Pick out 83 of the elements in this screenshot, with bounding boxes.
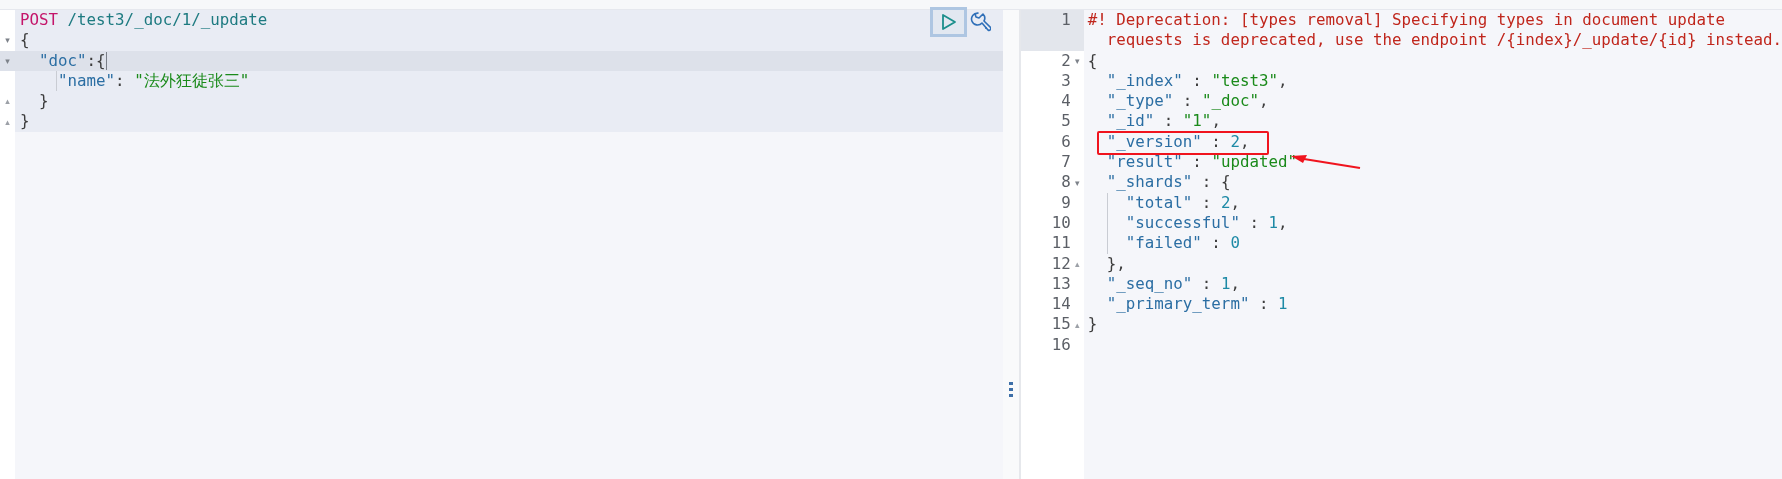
- line-number: 13: [1051, 273, 1071, 295]
- line-number: 16: [1051, 334, 1071, 356]
- json-punctuation: :: [1191, 152, 1203, 172]
- json-string: "test3": [1211, 70, 1278, 90]
- fold-toggle[interactable]: ▾: [5, 35, 10, 46]
- fold-toggle[interactable]: ▴: [1074, 258, 1080, 269]
- json-key: "_shards": [1087, 172, 1193, 192]
- json-string: "1": [1182, 111, 1212, 131]
- line-number: 11: [1051, 233, 1071, 254]
- json-punctuation: {: [1087, 50, 1098, 70]
- play-icon: [940, 13, 957, 31]
- json-key: "_type": [1087, 91, 1174, 111]
- json-punctuation: :: [1210, 233, 1222, 253]
- json-number: 1: [1268, 212, 1278, 232]
- line-number: 2: [1061, 50, 1071, 71]
- fold-toggle[interactable]: ▾: [5, 55, 10, 66]
- line-number: 1: [1061, 10, 1071, 31]
- json-punctuation: :: [1248, 212, 1260, 232]
- text-cursor: [105, 52, 107, 71]
- json-punctuation: ,: [1277, 212, 1288, 232]
- json-number: 1: [1277, 294, 1288, 314]
- json-punctuation: :{: [86, 50, 106, 70]
- json-string: "updated": [1211, 152, 1297, 172]
- json-punctuation: :: [1210, 131, 1222, 151]
- line-number: 12: [1051, 253, 1071, 274]
- line-number: 10: [1051, 212, 1071, 234]
- json-punctuation: :: [1181, 91, 1194, 111]
- fold-toggle[interactable]: ▴: [1074, 319, 1080, 330]
- wrench-icon[interactable]: [969, 11, 991, 33]
- json-punctuation: }: [1087, 314, 1098, 334]
- fold-toggle[interactable]: ▾: [1074, 55, 1080, 66]
- json-number: 1: [1220, 273, 1231, 293]
- json-punctuation: ,: [1230, 192, 1240, 212]
- json-punctuation: ,: [1277, 70, 1288, 90]
- fold-toggle[interactable]: ▴: [5, 116, 10, 127]
- warning-comment: requests is deprecated, use the endpoint /{index}/_update/{id} instead.: [1105, 30, 1782, 50]
- json-number: 2: [1220, 192, 1231, 212]
- json-punctuation: ,: [1230, 273, 1240, 293]
- drag-handle-icon[interactable]: [1008, 382, 1013, 398]
- line-number: 7: [1061, 152, 1071, 173]
- json-key: "result": [1087, 152, 1183, 172]
- json-punctuation: :: [1191, 70, 1203, 90]
- json-punctuation: ,: [1239, 131, 1250, 151]
- json-punctuation: }: [20, 111, 30, 131]
- json-punctuation: ,: [1258, 91, 1269, 111]
- json-number: 0: [1230, 233, 1240, 253]
- line-number: 14: [1051, 294, 1071, 315]
- json-key: "_index": [1087, 70, 1183, 90]
- json-punctuation: :: [1162, 111, 1175, 131]
- json-key: "_seq_no": [1087, 273, 1193, 293]
- json-key: "total": [1087, 192, 1193, 212]
- line-number: 8: [1061, 172, 1071, 193]
- line-number: 9: [1061, 192, 1071, 213]
- line-number: 5: [1061, 111, 1071, 132]
- json-key: "name": [20, 70, 116, 90]
- json-key: "_version": [1087, 131, 1202, 151]
- line-number: 6: [1061, 131, 1071, 153]
- line-number: 15: [1051, 314, 1071, 335]
- line-number: 3: [1061, 70, 1071, 92]
- json-punctuation: :: [1257, 294, 1270, 314]
- line-number: 4: [1061, 91, 1071, 112]
- json-key: "successful": [1087, 212, 1240, 232]
- json-key: "_primary_term": [1087, 294, 1250, 314]
- request-path: /test3/_doc/1/_update: [66, 10, 268, 29]
- json-punctuation: : {: [1200, 172, 1231, 192]
- warning-comment: #! Deprecation: [types removal] Specifying types in document update: [1087, 10, 1725, 29]
- json-punctuation: :: [1200, 273, 1213, 293]
- json-key: "doc": [20, 50, 87, 70]
- json-number: 2: [1230, 131, 1240, 151]
- json-punctuation: :: [115, 70, 126, 90]
- fold-toggle[interactable]: ▾: [1074, 177, 1080, 188]
- json-string: "_doc": [1201, 91, 1259, 111]
- json-punctuation: {: [20, 30, 30, 50]
- json-punctuation: ,: [1211, 111, 1221, 131]
- json-punctuation: }: [38, 91, 49, 111]
- json-key: "failed": [1087, 233, 1202, 253]
- json-string: "法外狂徒张三": [134, 70, 250, 90]
- run-button[interactable]: [930, 7, 967, 37]
- http-method: POST: [20, 10, 59, 29]
- json-punctuation: },: [1105, 253, 1126, 273]
- fold-toggle[interactable]: ▴: [5, 96, 10, 107]
- json-key: "_id": [1087, 111, 1155, 131]
- json-punctuation: :: [1200, 192, 1213, 212]
